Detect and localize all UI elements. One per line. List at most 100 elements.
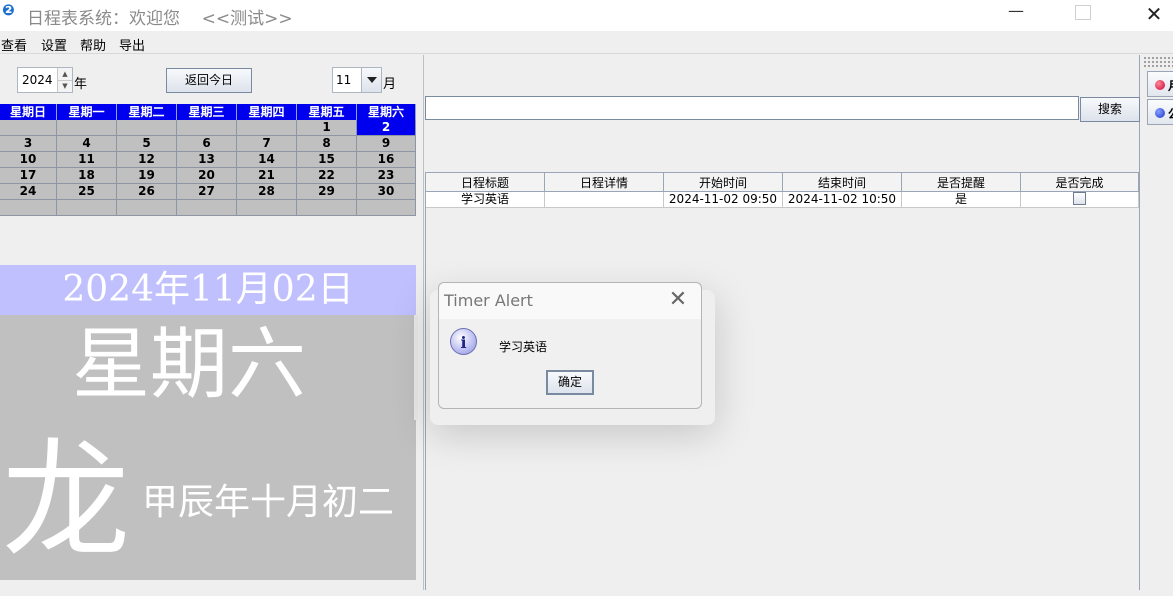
dialog-title-bar[interactable]: Timer Alert ✕: [439, 283, 701, 319]
calendar-day-cell[interactable]: 21: [237, 168, 297, 184]
calendar-day-cell[interactable]: [57, 120, 117, 136]
calendar-day-cell[interactable]: 2: [357, 120, 416, 136]
calendar-day-cell[interactable]: [57, 200, 117, 216]
calendar-day-cell[interactable]: 13: [177, 152, 237, 168]
ok-button[interactable]: 确定: [546, 370, 594, 395]
menu-export[interactable]: 导出: [119, 35, 145, 54]
table-cell-remind[interactable]: 是: [902, 192, 1021, 208]
column-header-remind[interactable]: 是否提醒: [902, 172, 1021, 192]
red-dot-icon: [1155, 80, 1165, 90]
calendar-day-cell[interactable]: 16: [357, 152, 416, 168]
calendar-day-cell[interactable]: [297, 200, 357, 216]
calendar-day-cell[interactable]: 18: [57, 168, 117, 184]
calendar-day-cell[interactable]: 11: [57, 152, 117, 168]
minimize-button[interactable]: —: [1004, 0, 1028, 24]
calendar-day-cell[interactable]: [0, 200, 57, 216]
split-divider-handle[interactable]: [414, 315, 418, 420]
dialog-close-icon[interactable]: ✕: [666, 286, 690, 314]
weekday-header: 星期四: [237, 104, 297, 120]
dialog-message: 学习英语: [499, 340, 548, 354]
calendar-day-cell[interactable]: [177, 120, 237, 136]
calendar-day-cell[interactable]: 6: [177, 136, 237, 152]
weekday-display: 星期六: [72, 320, 307, 410]
column-header-start[interactable]: 开始时间: [664, 172, 783, 192]
calendar-day-cell[interactable]: [117, 120, 177, 136]
year-spinner[interactable]: 2024 ▲ ▼: [17, 67, 73, 93]
calendar-day-cell[interactable]: [237, 120, 297, 136]
weekday-header: 星期一: [57, 104, 117, 120]
month-select[interactable]: 11: [332, 67, 382, 93]
calendar-day-cell[interactable]: 1: [297, 120, 357, 136]
calendar-panel: 2024 ▲ ▼ 年 返回今日 11 月 星期日 星期一 星期二 星期三 星期四 星期五星…: [0, 55, 418, 590]
column-header-title[interactable]: 日程标题: [426, 172, 545, 192]
table-cell-detail[interactable]: [545, 192, 664, 208]
calendar-day-cell[interactable]: 24: [0, 184, 57, 200]
column-header-end[interactable]: 结束时间: [783, 172, 902, 192]
return-today-button[interactable]: 返回今日: [166, 68, 252, 93]
weekday-header: 星期五: [297, 104, 357, 120]
weekday-header: 星期三: [177, 104, 237, 120]
month-label: 月: [383, 77, 397, 92]
calendar-day-cell[interactable]: 23: [357, 168, 416, 184]
calendar-day-cell[interactable]: 7: [237, 136, 297, 152]
calendar-day-cell[interactable]: 20: [177, 168, 237, 184]
calendar-day-cell[interactable]: [357, 200, 416, 216]
close-button[interactable]: ✕: [1142, 0, 1166, 28]
table-cell-start[interactable]: 2024-11-02 09:50: [664, 192, 783, 208]
calendar-day-cell[interactable]: 5: [117, 136, 177, 152]
window-title: 日程表系统：欢迎您 <<测试>>: [27, 9, 293, 29]
side-button-month[interactable]: 月: [1147, 71, 1173, 97]
column-header-done[interactable]: 是否完成: [1021, 172, 1139, 192]
calendar-day-cell[interactable]: 8: [297, 136, 357, 152]
side-button-public[interactable]: 公: [1147, 99, 1173, 125]
calendar-day-cell[interactable]: 25: [57, 184, 117, 200]
calendar-day-cell[interactable]: [0, 120, 57, 136]
weekday-header: 星期二: [117, 104, 177, 120]
calendar-day-cell[interactable]: 19: [117, 168, 177, 184]
calendar-day-cell[interactable]: 28: [237, 184, 297, 200]
calendar-day-cell[interactable]: 26: [117, 184, 177, 200]
month-value[interactable]: 11: [336, 73, 351, 87]
year-increment-button[interactable]: ▲: [57, 68, 72, 80]
table-cell-end[interactable]: 2024-11-02 10:50: [783, 192, 902, 208]
menu-view[interactable]: 查看: [1, 35, 27, 54]
menu-settings[interactable]: 设置: [41, 35, 67, 54]
calendar-day-cell[interactable]: 27: [177, 184, 237, 200]
maximize-button[interactable]: [1075, 5, 1091, 20]
toolbar-grip[interactable]: [1143, 56, 1173, 68]
calendar-day-cell[interactable]: 29: [297, 184, 357, 200]
selected-date-banner: 2024年11月02日: [0, 265, 416, 315]
search-button[interactable]: 搜索: [1080, 97, 1140, 122]
done-checkbox[interactable]: [1073, 192, 1086, 205]
calendar-day-cell[interactable]: 12: [117, 152, 177, 168]
search-input[interactable]: [425, 96, 1079, 120]
calendar-day-cell[interactable]: 10: [0, 152, 57, 168]
table-cell-title[interactable]: 学习英语: [426, 192, 545, 208]
timer-alert-dialog: Timer Alert ✕ i 学习英语 确定: [438, 282, 702, 409]
year-label: 年: [74, 77, 88, 92]
app-logo-icon: ❷: [2, 1, 15, 19]
weekday-header: 星期六: [357, 104, 416, 120]
chevron-down-icon[interactable]: [361, 68, 381, 92]
calendar-day-cell[interactable]: 22: [297, 168, 357, 184]
calendar-day-cell[interactable]: 30: [357, 184, 416, 200]
column-header-detail[interactable]: 日程详情: [545, 172, 664, 192]
year-decrement-button[interactable]: ▼: [57, 80, 72, 92]
blue-dot-icon: [1155, 108, 1165, 118]
calendar-day-cell[interactable]: 14: [237, 152, 297, 168]
calendar-day-cell[interactable]: [117, 200, 177, 216]
title-bar: ❷ 日程表系统：欢迎您 <<测试>> — ✕: [0, 0, 1173, 31]
info-icon: i: [450, 328, 477, 355]
calendar-day-cell[interactable]: 3: [0, 136, 57, 152]
calendar-day-cell[interactable]: 9: [357, 136, 416, 152]
calendar-day-cell[interactable]: [237, 200, 297, 216]
calendar-day-cell[interactable]: 17: [0, 168, 57, 184]
calendar-day-cell[interactable]: [177, 200, 237, 216]
weekday-header: 星期日: [0, 104, 57, 120]
zodiac-display: 龙: [2, 427, 131, 576]
menu-help[interactable]: 帮助: [80, 35, 106, 54]
calendar-day-cell[interactable]: 15: [297, 152, 357, 168]
year-value[interactable]: 2024: [22, 73, 53, 87]
calendar-day-cell[interactable]: 4: [57, 136, 117, 152]
day-info-panel: 星期六 龙 甲辰年十月初二: [0, 315, 416, 580]
